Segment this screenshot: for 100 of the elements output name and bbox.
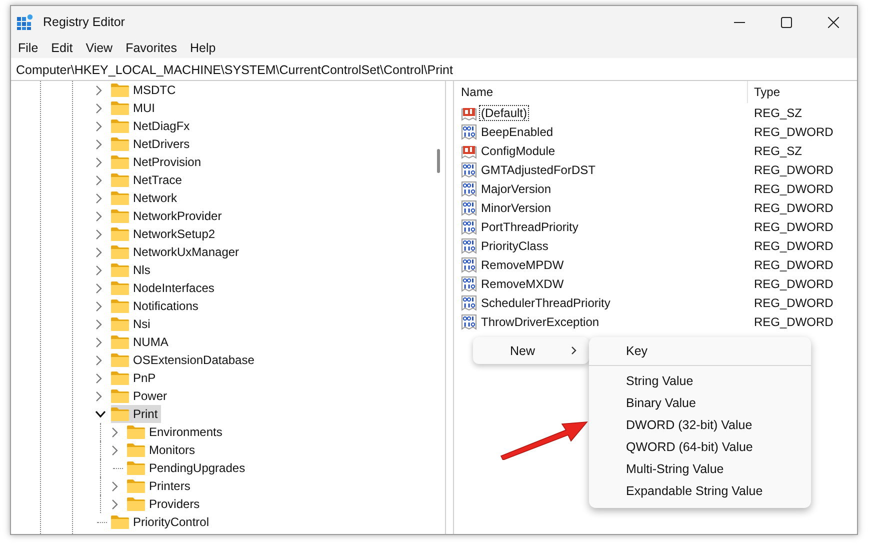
chevron-right-icon[interactable]: [95, 318, 103, 330]
chevron-right-icon[interactable]: [95, 336, 103, 348]
folder-icon: [127, 425, 145, 439]
value-name[interactable]: ConfigModule: [479, 142, 558, 158]
tree-item[interactable]: NetDrivers: [111, 135, 193, 153]
tree-item[interactable]: OSExtensionDatabase: [111, 351, 258, 369]
folder-icon: [111, 137, 129, 151]
chevron-right-icon[interactable]: [111, 444, 119, 456]
menu-item[interactable]: DWORD (32-bit) Value: [589, 414, 811, 436]
folder-icon: [111, 371, 129, 385]
column-header[interactable]: Type: [748, 85, 780, 99]
column-header[interactable]: Name: [454, 81, 748, 103]
chevron-right-icon[interactable]: [95, 246, 103, 258]
chevron-right-icon[interactable]: [111, 426, 119, 438]
value-name[interactable]: (Default): [479, 104, 530, 120]
tree-item[interactable]: NetworkSetup2: [111, 225, 218, 243]
folder-icon: [127, 461, 145, 475]
menu-item[interactable]: New: [473, 337, 589, 364]
close-icon: [828, 16, 839, 28]
menu-item[interactable]: File: [16, 41, 46, 55]
tree-item[interactable]: PendingUpgrades: [127, 459, 248, 477]
chevron-right-icon[interactable]: [95, 390, 103, 402]
value-name[interactable]: RemoveMXDW: [479, 276, 566, 292]
tree-item[interactable]: PnP: [111, 369, 159, 387]
chevron-right-icon[interactable]: [95, 102, 103, 114]
folder-icon: [111, 263, 129, 277]
value-name[interactable]: GMTAdjustedForDST: [479, 162, 598, 178]
tree-item[interactable]: Print: [111, 405, 161, 423]
value-type: REG_DWORD: [753, 220, 834, 234]
menu-item[interactable]: QWORD (64-bit) Value: [589, 436, 811, 458]
folder-icon: [111, 119, 129, 133]
menu-item[interactable]: String Value: [589, 370, 811, 392]
tree-item[interactable]: MSDTC: [111, 81, 179, 99]
chevron-right-icon[interactable]: [95, 174, 103, 186]
folder-icon: [111, 83, 129, 97]
tree-item[interactable]: NetworkUxManager: [111, 243, 242, 261]
registry-icon: [17, 14, 33, 30]
chevron-right-icon[interactable]: [95, 264, 103, 276]
value-name[interactable]: SchedulerThreadPriority: [479, 294, 612, 310]
chevron-right-icon[interactable]: [95, 354, 103, 366]
menu-item[interactable]: Edit: [49, 41, 81, 55]
scrollbar-thumb[interactable]: [437, 149, 440, 173]
tree-item[interactable]: Network: [111, 189, 180, 207]
tree-item[interactable]: NUMA: [111, 333, 172, 351]
tree-item[interactable]: Nsi: [111, 315, 154, 333]
folder-icon: [111, 299, 129, 313]
folder-icon: [127, 497, 145, 511]
value-type: REG_DWORD: [753, 162, 834, 176]
value-name[interactable]: BeepEnabled: [479, 124, 556, 140]
chevron-right-icon[interactable]: [111, 480, 119, 492]
chevron-right-icon[interactable]: [95, 84, 103, 96]
tree-item[interactable]: Printers: [127, 477, 194, 495]
folder-icon: [111, 191, 129, 205]
tree-item[interactable]: PriorityControl: [111, 513, 212, 531]
menu-item[interactable]: Key: [589, 340, 811, 362]
menu-item[interactable]: Binary Value: [589, 392, 811, 414]
tree-item[interactable]: Monitors: [127, 441, 198, 459]
menu-item[interactable]: Favorites: [124, 41, 185, 55]
chevron-right-icon[interactable]: [95, 372, 103, 384]
chevron-right-icon[interactable]: [95, 120, 103, 132]
value-name[interactable]: MinorVersion: [479, 200, 554, 216]
value-name[interactable]: MajorVersion: [479, 180, 554, 196]
menu-item[interactable]: View: [84, 41, 121, 55]
tree-item[interactable]: NodeInterfaces: [111, 279, 218, 297]
menu-item[interactable]: Multi-String Value: [589, 458, 811, 480]
folder-icon: [127, 443, 145, 457]
tree-item[interactable]: Notifications: [111, 297, 202, 315]
chevron-right-icon[interactable]: [95, 138, 103, 150]
value-name[interactable]: ThrowDriverException: [479, 314, 602, 330]
folder-icon: [111, 317, 129, 331]
menu-item[interactable]: Help: [188, 41, 224, 55]
value-name[interactable]: PortThreadPriority: [479, 218, 580, 234]
chevron-right-icon[interactable]: [95, 282, 103, 294]
tree-item[interactable]: Power: [111, 387, 170, 405]
folder-icon: [111, 101, 129, 115]
chevron-right-icon[interactable]: [111, 498, 119, 510]
tree-item[interactable]: NetworkProvider: [111, 207, 225, 225]
value-type: REG_SZ: [753, 106, 802, 120]
menu-item[interactable]: Expandable String Value: [589, 480, 811, 502]
tree-item[interactable]: MUI: [111, 99, 158, 117]
chevron-right-icon[interactable]: [95, 156, 103, 168]
value-name[interactable]: PriorityClass: [479, 238, 550, 254]
tree-item[interactable]: NetDiagFx: [111, 117, 193, 135]
folder-icon: [111, 227, 129, 241]
chevron-down-icon[interactable]: [95, 410, 106, 418]
chevron-right-icon[interactable]: [95, 192, 103, 204]
chevron-right-icon[interactable]: [95, 300, 103, 312]
value-type: REG_DWORD: [753, 276, 834, 290]
chevron-right-icon[interactable]: [95, 228, 103, 240]
value-name[interactable]: RemoveMPDW: [479, 256, 566, 272]
chevron-right-icon[interactable]: [95, 210, 103, 222]
value-type: REG_DWORD: [753, 238, 834, 252]
folder-icon: [111, 353, 129, 367]
tree-item[interactable]: NetTrace: [111, 171, 185, 189]
tree-item[interactable]: Providers: [127, 495, 203, 513]
tree-item[interactable]: Environments: [127, 423, 226, 441]
tree-item[interactable]: NetProvision: [111, 153, 204, 171]
value-type: REG_DWORD: [753, 258, 834, 272]
folder-icon: [111, 209, 129, 223]
tree-item[interactable]: Nls: [111, 261, 154, 279]
